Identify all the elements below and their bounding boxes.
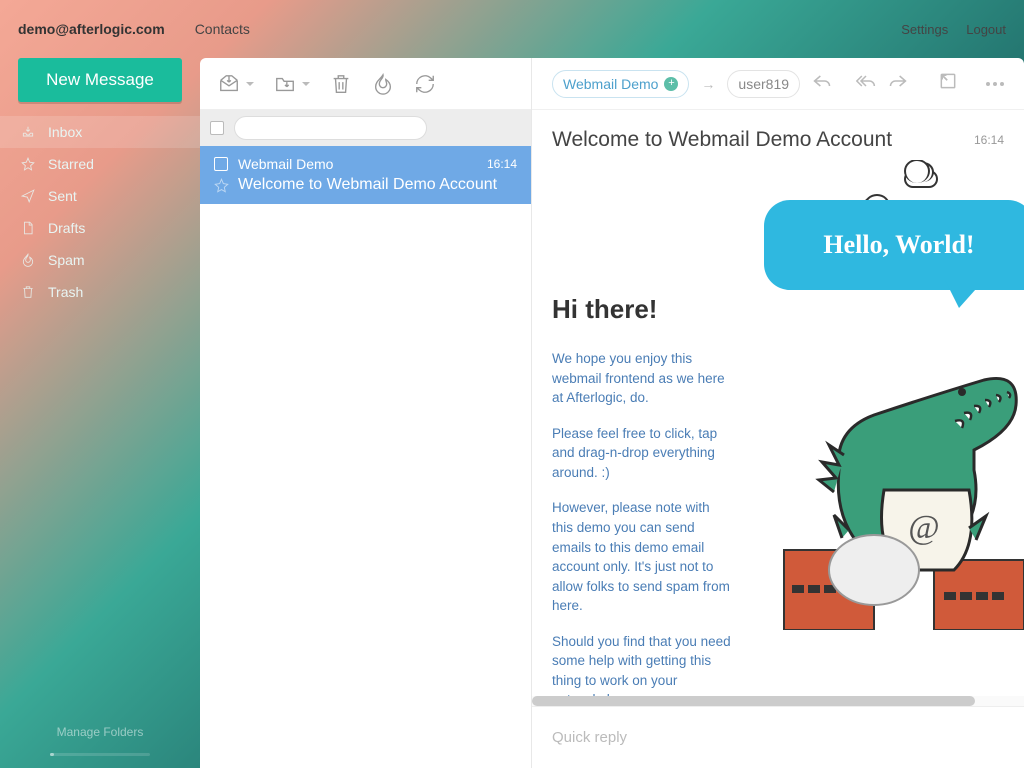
cloud-icon (904, 170, 938, 188)
email-paragraph: However, please note with this demo you … (552, 498, 732, 615)
forward-button[interactable] (888, 71, 908, 96)
refresh-button[interactable] (414, 73, 436, 95)
message-list-pane: Webmail Demo 16:14 Welcome to Webmail De… (200, 58, 532, 768)
folder-starred[interactable]: Starred (0, 148, 200, 180)
message-subject: Welcome to Webmail Demo Account (238, 176, 497, 194)
inbox-down-icon (18, 125, 38, 139)
reply-all-button[interactable] (856, 71, 876, 96)
delete-button[interactable] (330, 73, 352, 95)
reader-toolbar: Webmail Demo+ → user819 (532, 58, 1024, 110)
check-mail-button[interactable] (218, 73, 254, 95)
logout-link[interactable]: Logout (966, 22, 1006, 37)
folder-label: Spam (48, 252, 85, 268)
folder-label: Inbox (48, 124, 82, 140)
flame-icon (18, 253, 38, 267)
new-message-button[interactable]: New Message (18, 58, 182, 102)
move-to-folder-button[interactable] (274, 73, 310, 95)
folder-label: Trash (48, 284, 83, 300)
chevron-down-icon (302, 80, 310, 88)
folder-drafts[interactable]: Drafts (0, 212, 200, 244)
email-body: Hello, World! @ Hi there! We hop (532, 160, 1024, 706)
folder-label: Sent (48, 188, 77, 204)
message-checkbox[interactable] (214, 157, 228, 171)
paper-plane-icon (18, 189, 38, 203)
email-paragraph: Please feel free to click, tap and drag-… (552, 424, 732, 483)
file-icon (18, 221, 38, 235)
folder-spam[interactable]: Spam (0, 244, 200, 276)
account-email[interactable]: demo@afterlogic.com (18, 21, 165, 37)
dinosaur-illustration: @ (774, 320, 1024, 630)
folder-label: Drafts (48, 220, 85, 236)
message-item[interactable]: Webmail Demo 16:14 Welcome to Webmail De… (200, 146, 531, 204)
message-time: 16:14 (487, 157, 517, 171)
star-icon (18, 157, 38, 171)
trash-icon (18, 285, 38, 299)
reading-pane: Webmail Demo+ → user819 Welcome to Webma… (532, 58, 1024, 768)
reply-button[interactable] (812, 71, 832, 96)
search-row (200, 110, 531, 146)
illustration: Hello, World! @ (754, 160, 1024, 630)
message-list: Webmail Demo 16:14 Welcome to Webmail De… (200, 146, 531, 768)
folder-inbox[interactable]: Inbox (0, 116, 200, 148)
svg-text:@: @ (908, 509, 939, 546)
quick-reply-input[interactable]: Quick reply (532, 706, 1024, 768)
manage-folders-link[interactable]: Manage Folders (0, 715, 200, 749)
email-paragraph: We hope you enjoy this webmail frontend … (552, 349, 732, 408)
star-icon[interactable] (214, 178, 229, 193)
folder-trash[interactable]: Trash (0, 276, 200, 308)
mark-spam-button[interactable] (372, 73, 394, 95)
topbar: demo@afterlogic.com Contacts Settings Lo… (0, 0, 1024, 58)
add-contact-icon[interactable]: + (664, 77, 678, 91)
open-external-button[interactable] (938, 71, 958, 96)
sidebar: New Message Inbox Starred Sent Drafts Sp… (0, 58, 200, 768)
email-time: 16:14 (974, 133, 1004, 147)
horizontal-scrollbar[interactable] (532, 696, 1024, 706)
settings-link[interactable]: Settings (901, 22, 948, 37)
quota-bar (50, 753, 150, 756)
search-input[interactable] (234, 116, 427, 140)
folder-list: Inbox Starred Sent Drafts Spam Trash (0, 116, 200, 308)
recipient-pill[interactable]: user819 (727, 70, 800, 98)
email-paragraph: Should you find that you need some help … (552, 632, 732, 706)
select-all-checkbox[interactable] (210, 121, 224, 135)
email-subject: Welcome to Webmail Demo Account 16:14 (532, 110, 1024, 160)
message-from: Webmail Demo (238, 156, 487, 172)
sender-pill[interactable]: Webmail Demo+ (552, 70, 689, 98)
more-menu-button[interactable] (986, 82, 1004, 86)
speech-bubble: Hello, World! (764, 200, 1024, 290)
chevron-down-icon (246, 80, 254, 88)
folder-sent[interactable]: Sent (0, 180, 200, 212)
folder-label: Starred (48, 156, 94, 172)
arrow-right-icon: → (701, 76, 715, 92)
list-toolbar (200, 58, 531, 110)
contacts-link[interactable]: Contacts (195, 21, 250, 37)
